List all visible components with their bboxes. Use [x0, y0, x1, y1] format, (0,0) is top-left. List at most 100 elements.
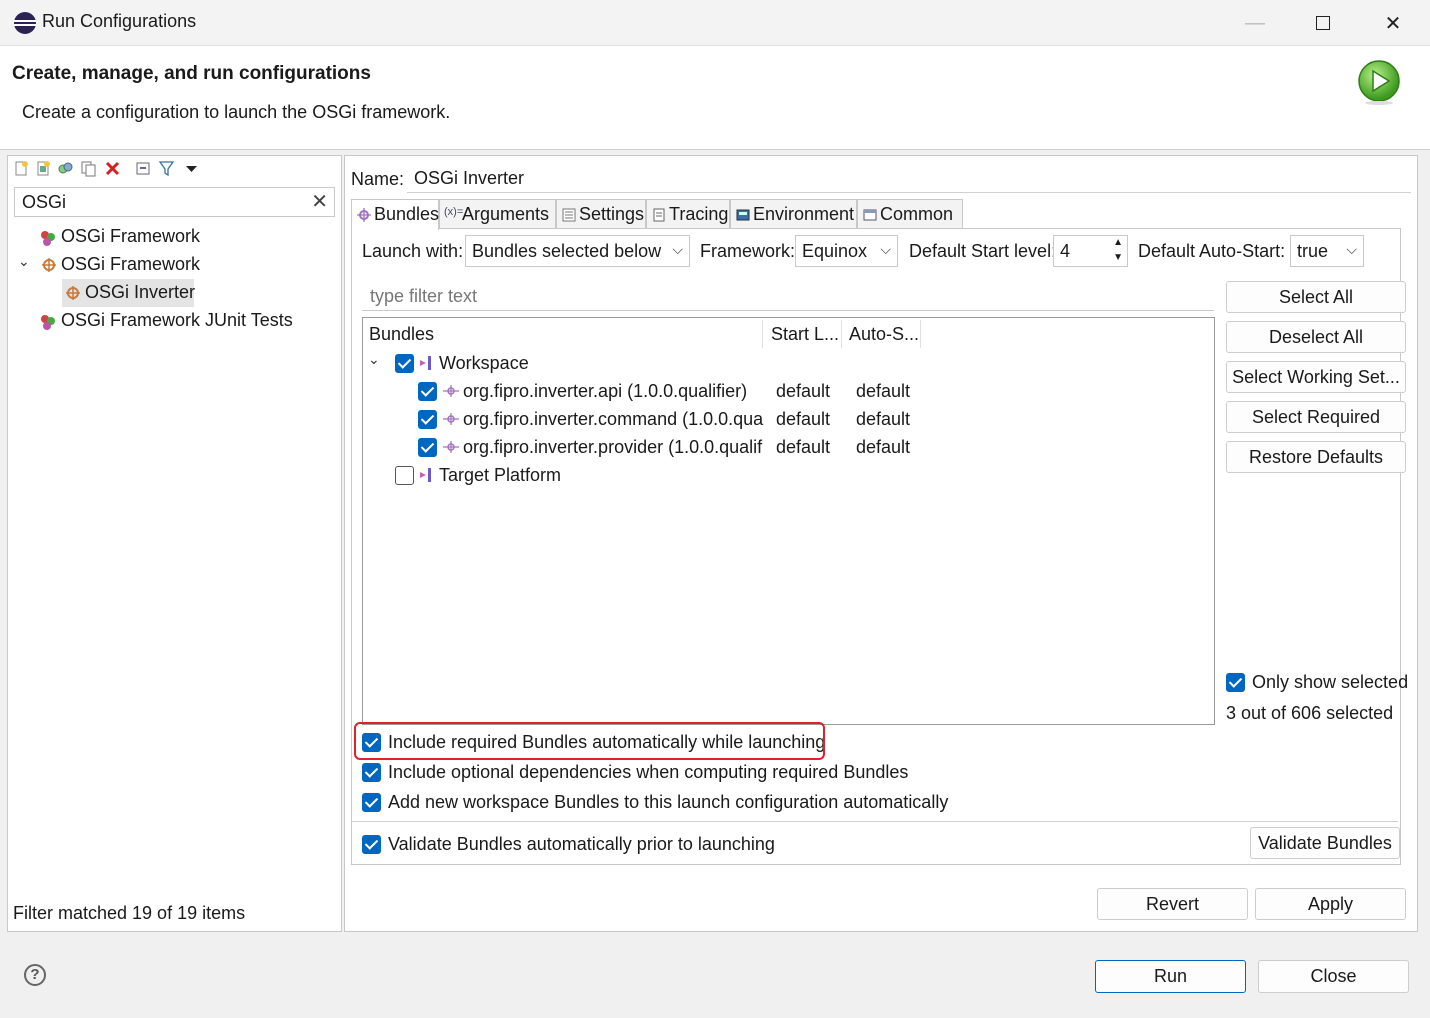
select-working-set-button[interactable]: Select Working Set...: [1226, 361, 1406, 393]
select-all-button[interactable]: Select All: [1226, 281, 1406, 313]
name-value: OSGi Inverter: [414, 168, 525, 188]
bundle-filter-input[interactable]: type filter text: [362, 281, 1214, 311]
only-show-selected-option[interactable]: Only show selected: [1226, 671, 1409, 695]
tree-item-osgi-framework-junit[interactable]: OSGi Framework: [8, 223, 341, 251]
framework-select[interactable]: Equinox ⌵: [795, 235, 898, 267]
apply-button[interactable]: Apply: [1255, 888, 1406, 920]
tree-item-osgi-framework[interactable]: ⌄ OSGi Framework: [8, 251, 341, 279]
eclipse-icon: [14, 12, 36, 34]
table-row[interactable]: Target Platform: [363, 462, 1213, 490]
close-window-button[interactable]: ✕: [1358, 0, 1428, 46]
deselect-all-button[interactable]: Deselect All: [1226, 321, 1406, 353]
restore-defaults-button[interactable]: Restore Defaults: [1226, 441, 1406, 473]
bundle-checkbox[interactable]: [418, 410, 437, 429]
bundle-checkbox[interactable]: [418, 382, 437, 401]
start-level-spinner[interactable]: 4 ▲ ▼: [1053, 235, 1128, 267]
chevron-down-icon: ⌵: [1346, 241, 1357, 257]
tree-item-label: OSGi Framework: [61, 226, 201, 246]
launch-with-select[interactable]: Bundles selected below ⌵: [465, 235, 690, 267]
target-platform-checkbox[interactable]: [395, 466, 414, 485]
only-show-selected-label: Only show selected: [1252, 672, 1409, 692]
duplicate-icon[interactable]: [80, 160, 97, 177]
osgi-config-icon: [66, 286, 80, 300]
table-row[interactable]: org.fipro.inverter.provider (1.0.0.quali…: [363, 434, 1213, 462]
tab-common[interactable]: Common: [857, 199, 963, 229]
row-label: Workspace: [439, 353, 529, 373]
tree-item-osgi-framework-junit-tests[interactable]: OSGi Framework JUnit Tests: [8, 307, 341, 335]
help-icon[interactable]: ?: [24, 964, 46, 986]
column-header-start-level[interactable]: Start L...: [771, 324, 839, 345]
bundle-checkbox[interactable]: [418, 438, 437, 457]
include-optional-checkbox[interactable]: [362, 763, 381, 782]
revert-button[interactable]: Revert: [1097, 888, 1248, 920]
row-auto-start[interactable]: default: [856, 381, 910, 402]
row-start-level[interactable]: default: [776, 409, 830, 430]
tree-item-label: OSGi Framework JUnit Tests: [61, 310, 293, 330]
tab-settings[interactable]: Settings: [556, 199, 646, 229]
link-prototype-icon[interactable]: [57, 160, 74, 177]
row-label: org.fipro.inverter.command (1.0.0.qua: [463, 409, 764, 429]
column-header-bundles[interactable]: Bundles: [369, 324, 434, 345]
filter-icon[interactable]: [158, 160, 175, 177]
window-title: Run Configurations: [42, 11, 197, 31]
add-workspace-bundles-option[interactable]: Add new workspace Bundles to this launch…: [362, 791, 1062, 815]
delete-icon[interactable]: [104, 160, 121, 177]
include-optional-option[interactable]: Include optional dependencies when compu…: [362, 761, 1062, 785]
maximize-icon: [1316, 16, 1330, 30]
bundles-table: Bundles Start L... Auto-S... ⌄ Workspace…: [362, 317, 1215, 725]
table-row[interactable]: org.fipro.inverter.command (1.0.0.qua de…: [363, 406, 1213, 434]
auto-start-select[interactable]: true ⌵: [1290, 235, 1364, 267]
run-icon: [1358, 60, 1400, 105]
row-start-level[interactable]: default: [776, 381, 830, 402]
new-configuration-icon[interactable]: [13, 160, 30, 177]
validate-bundles-option[interactable]: Validate Bundles automatically prior to …: [362, 833, 1062, 857]
row-auto-start[interactable]: default: [856, 437, 910, 458]
row-label: org.fipro.inverter.api (1.0.0.qualifier): [463, 381, 748, 401]
osgi-junit-icon: [41, 231, 55, 246]
tab-label: Settings: [579, 204, 645, 224]
tab-label: Tracing: [669, 204, 729, 224]
column-divider: [841, 320, 842, 348]
row-start-level[interactable]: default: [776, 437, 830, 458]
configuration-filter-input[interactable]: OSGi ✕: [14, 187, 335, 217]
select-required-button[interactable]: Select Required: [1226, 401, 1406, 433]
tab-bundles[interactable]: Bundles: [351, 199, 439, 230]
validate-bundles-button[interactable]: Validate Bundles: [1250, 827, 1400, 859]
filter-value: OSGi: [22, 192, 67, 212]
spinner-up-icon[interactable]: ▲: [1113, 237, 1123, 248]
chevron-down-icon: ⌵: [672, 241, 683, 257]
tracing-icon: [653, 208, 665, 222]
column-header-auto-start[interactable]: Auto-S...: [849, 324, 919, 345]
add-workspace-bundles-checkbox[interactable]: [362, 793, 381, 812]
new-prototype-icon[interactable]: [35, 160, 52, 177]
workspace-checkbox[interactable]: [395, 354, 414, 373]
name-input[interactable]: OSGi Inverter: [407, 163, 1411, 193]
clear-filter-icon[interactable]: ✕: [311, 189, 328, 214]
tab-tracing[interactable]: Tracing: [646, 199, 730, 229]
launch-with-value: Bundles selected below: [472, 241, 662, 261]
row-auto-start[interactable]: default: [856, 409, 910, 430]
only-show-selected-checkbox[interactable]: [1226, 673, 1245, 692]
tree-item-label: OSGi Framework: [61, 254, 201, 274]
minimize-button[interactable]: —: [1220, 0, 1290, 46]
maximize-button[interactable]: [1288, 0, 1358, 46]
chevron-down-icon[interactable]: ⌄: [368, 351, 380, 368]
collapse-all-icon[interactable]: [135, 160, 152, 177]
tab-environment[interactable]: Environment: [730, 199, 857, 229]
bundles-tab-content: Launch with: Bundles selected below ⌵ Fr…: [351, 228, 1408, 865]
chevron-down-icon[interactable]: [183, 160, 200, 177]
run-button[interactable]: Run: [1095, 960, 1246, 993]
close-button[interactable]: Close: [1258, 960, 1409, 993]
chevron-down-icon[interactable]: ⌄: [18, 253, 30, 270]
tree-item-osgi-inverter[interactable]: OSGi Inverter: [62, 279, 195, 307]
table-row[interactable]: org.fipro.inverter.api (1.0.0.qualifier)…: [363, 378, 1213, 406]
chevron-down-icon: ⌵: [880, 241, 891, 257]
option-label: Include optional dependencies when compu…: [388, 762, 909, 782]
tab-arguments[interactable]: (x)= Arguments: [439, 199, 556, 229]
validate-bundles-checkbox[interactable]: [362, 835, 381, 854]
name-label: Name:: [351, 169, 405, 189]
table-row[interactable]: ⌄ Workspace: [363, 350, 1213, 378]
target-platform-icon: [420, 468, 431, 482]
spinner-down-icon[interactable]: ▼: [1113, 252, 1123, 263]
osgi-framework-icon: [42, 258, 56, 272]
